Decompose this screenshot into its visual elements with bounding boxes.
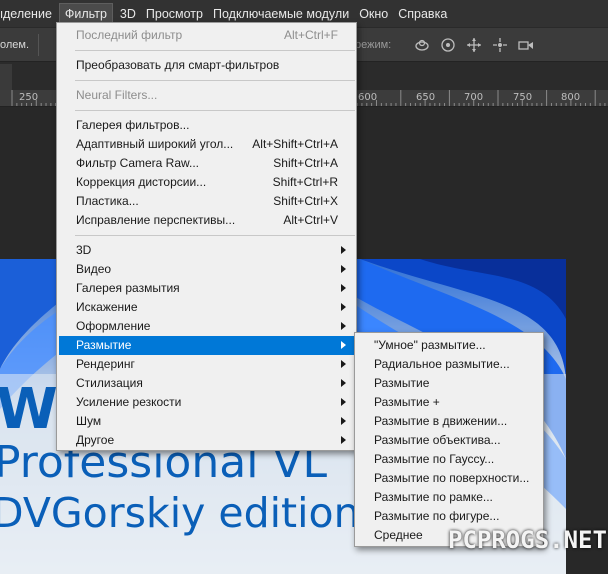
menu-item-radial-blur[interactable]: Радиальное размытие... xyxy=(357,355,541,374)
menu-item-3d[interactable]: 3D xyxy=(59,241,354,260)
menu-item-distort[interactable]: Искажение xyxy=(59,298,354,317)
ruler-mark: 650 xyxy=(416,92,436,103)
submenu-arrow-icon xyxy=(341,246,346,254)
submenu-arrow-icon xyxy=(341,303,346,311)
menu-select[interactable]: ыделение xyxy=(0,3,57,25)
canvas-edition-text: DVGorskiy edition xyxy=(0,489,360,537)
menu-item-smart-blur[interactable]: "Умное" размытие... xyxy=(357,336,541,355)
menu-item-render[interactable]: Рендеринг xyxy=(59,355,354,374)
menu-item-stylize[interactable]: Стилизация xyxy=(59,374,354,393)
menu-item-blur-simple[interactable]: Размытие xyxy=(357,374,541,393)
menu-item-vanishing-point[interactable]: Исправление перспективы... Alt+Ctrl+V xyxy=(59,211,354,230)
menu-item-filter-gallery[interactable]: Галерея фильтров... xyxy=(59,116,354,135)
menu-item-gaussian-blur[interactable]: Размытие по Гауссу... xyxy=(357,450,541,469)
menu-item-adaptive-wide-angle[interactable]: Адаптивный широкий угол... Alt+Shift+Ctrl… xyxy=(59,135,354,154)
ruler-mark: 250 xyxy=(19,92,39,103)
menu-separator xyxy=(75,80,355,81)
menu-item-lens-blur[interactable]: Размытие объектива... xyxy=(357,431,541,450)
menu-window[interactable]: Окно xyxy=(354,3,393,25)
menu-item-other[interactable]: Другое xyxy=(59,431,354,450)
menu-item-pixelate[interactable]: Оформление xyxy=(59,317,354,336)
menu-item-camera-raw[interactable]: Фильтр Camera Raw... Shift+Ctrl+A xyxy=(59,154,354,173)
menu-item-lens-correction[interactable]: Коррекция дисторсии... Shift+Ctrl+R xyxy=(59,173,354,192)
menu-item-blur-more[interactable]: Размытие + xyxy=(357,393,541,412)
orbit-3d-icon[interactable] xyxy=(414,37,430,53)
document-tab[interactable] xyxy=(0,64,12,90)
menu-help[interactable]: Справка xyxy=(393,3,452,25)
submenu-arrow-icon xyxy=(341,284,346,292)
menu-item-sharpen[interactable]: Усиление резкости xyxy=(59,393,354,412)
slide-3d-icon[interactable] xyxy=(492,37,508,53)
ruler-mark: 700 xyxy=(464,92,484,103)
menu-item-blur[interactable]: Размытие xyxy=(59,336,354,355)
submenu-arrow-icon xyxy=(341,398,346,406)
filter-menu: Последний фильтр Alt+Ctrl+F Преобразовать… xyxy=(56,22,357,451)
menu-item-smart-filters[interactable]: Преобразовать для смарт-фильтров xyxy=(59,56,354,75)
menu-item-liquify[interactable]: Пластика... Shift+Ctrl+X xyxy=(59,192,354,211)
menu-item-neural-filters: Neural Filters... xyxy=(76,88,158,102)
menu-item-motion-blur[interactable]: Размытие в движении... xyxy=(357,412,541,431)
watermark-text: PCPROGS.NET xyxy=(448,526,607,554)
menu-item-blur-gallery[interactable]: Галерея размытия xyxy=(59,279,354,298)
submenu-arrow-icon xyxy=(341,436,346,444)
submenu-arrow-icon xyxy=(341,360,346,368)
menu-item-last-filter: Последний фильтр Alt+Ctrl+F xyxy=(76,28,338,42)
options-divider xyxy=(38,34,39,56)
options-mode-label: режим: xyxy=(355,39,392,51)
ruler-mark: 750 xyxy=(513,92,533,103)
ruler-mark: 600 xyxy=(358,92,378,103)
menu-item-noise[interactable]: Шум xyxy=(59,412,354,431)
pan-3d-icon[interactable] xyxy=(466,37,482,53)
menu-item-surface-blur[interactable]: Размытие по поверхности... xyxy=(357,469,541,488)
submenu-arrow-icon xyxy=(341,322,346,330)
menu-separator xyxy=(75,50,355,51)
menu-item-box-blur[interactable]: Размытие по рамке... xyxy=(357,488,541,507)
menu-item-shape-blur[interactable]: Размытие по фигуре... xyxy=(357,507,541,526)
submenu-arrow-icon xyxy=(341,379,346,387)
roll-3d-icon[interactable] xyxy=(440,37,456,53)
options-label: олем. xyxy=(0,39,30,51)
submenu-arrow-icon xyxy=(341,417,346,425)
menu-separator xyxy=(75,235,355,236)
ruler-mark: 800 xyxy=(561,92,581,103)
camera-3d-icon[interactable] xyxy=(518,37,534,53)
submenu-arrow-icon xyxy=(341,341,346,349)
menu-separator xyxy=(75,110,355,111)
submenu-arrow-icon xyxy=(341,265,346,273)
blur-submenu: "Умное" размытие... Радиальное размытие.… xyxy=(354,332,544,547)
menu-item-video[interactable]: Видео xyxy=(59,260,354,279)
